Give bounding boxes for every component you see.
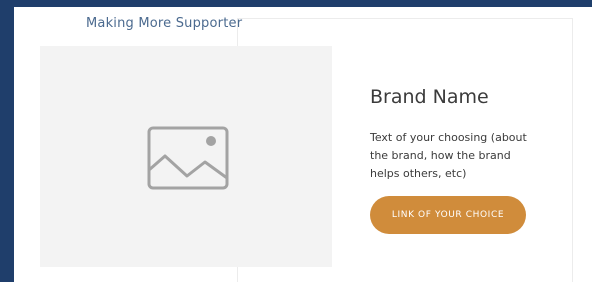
divider (237, 18, 572, 19)
image-placeholder (40, 46, 332, 267)
brand-description: Text of your choosing (about the brand, … (370, 131, 527, 180)
divider (572, 18, 573, 282)
section-title: Making More Supporter (86, 16, 243, 31)
image-placeholder-icon (147, 126, 229, 190)
link-button[interactable]: LINK OF YOUR CHOICE (370, 196, 526, 234)
brand-name: Brand Name (370, 86, 489, 108)
content-card: Making More Supporter Brand Name Text of… (14, 7, 592, 282)
